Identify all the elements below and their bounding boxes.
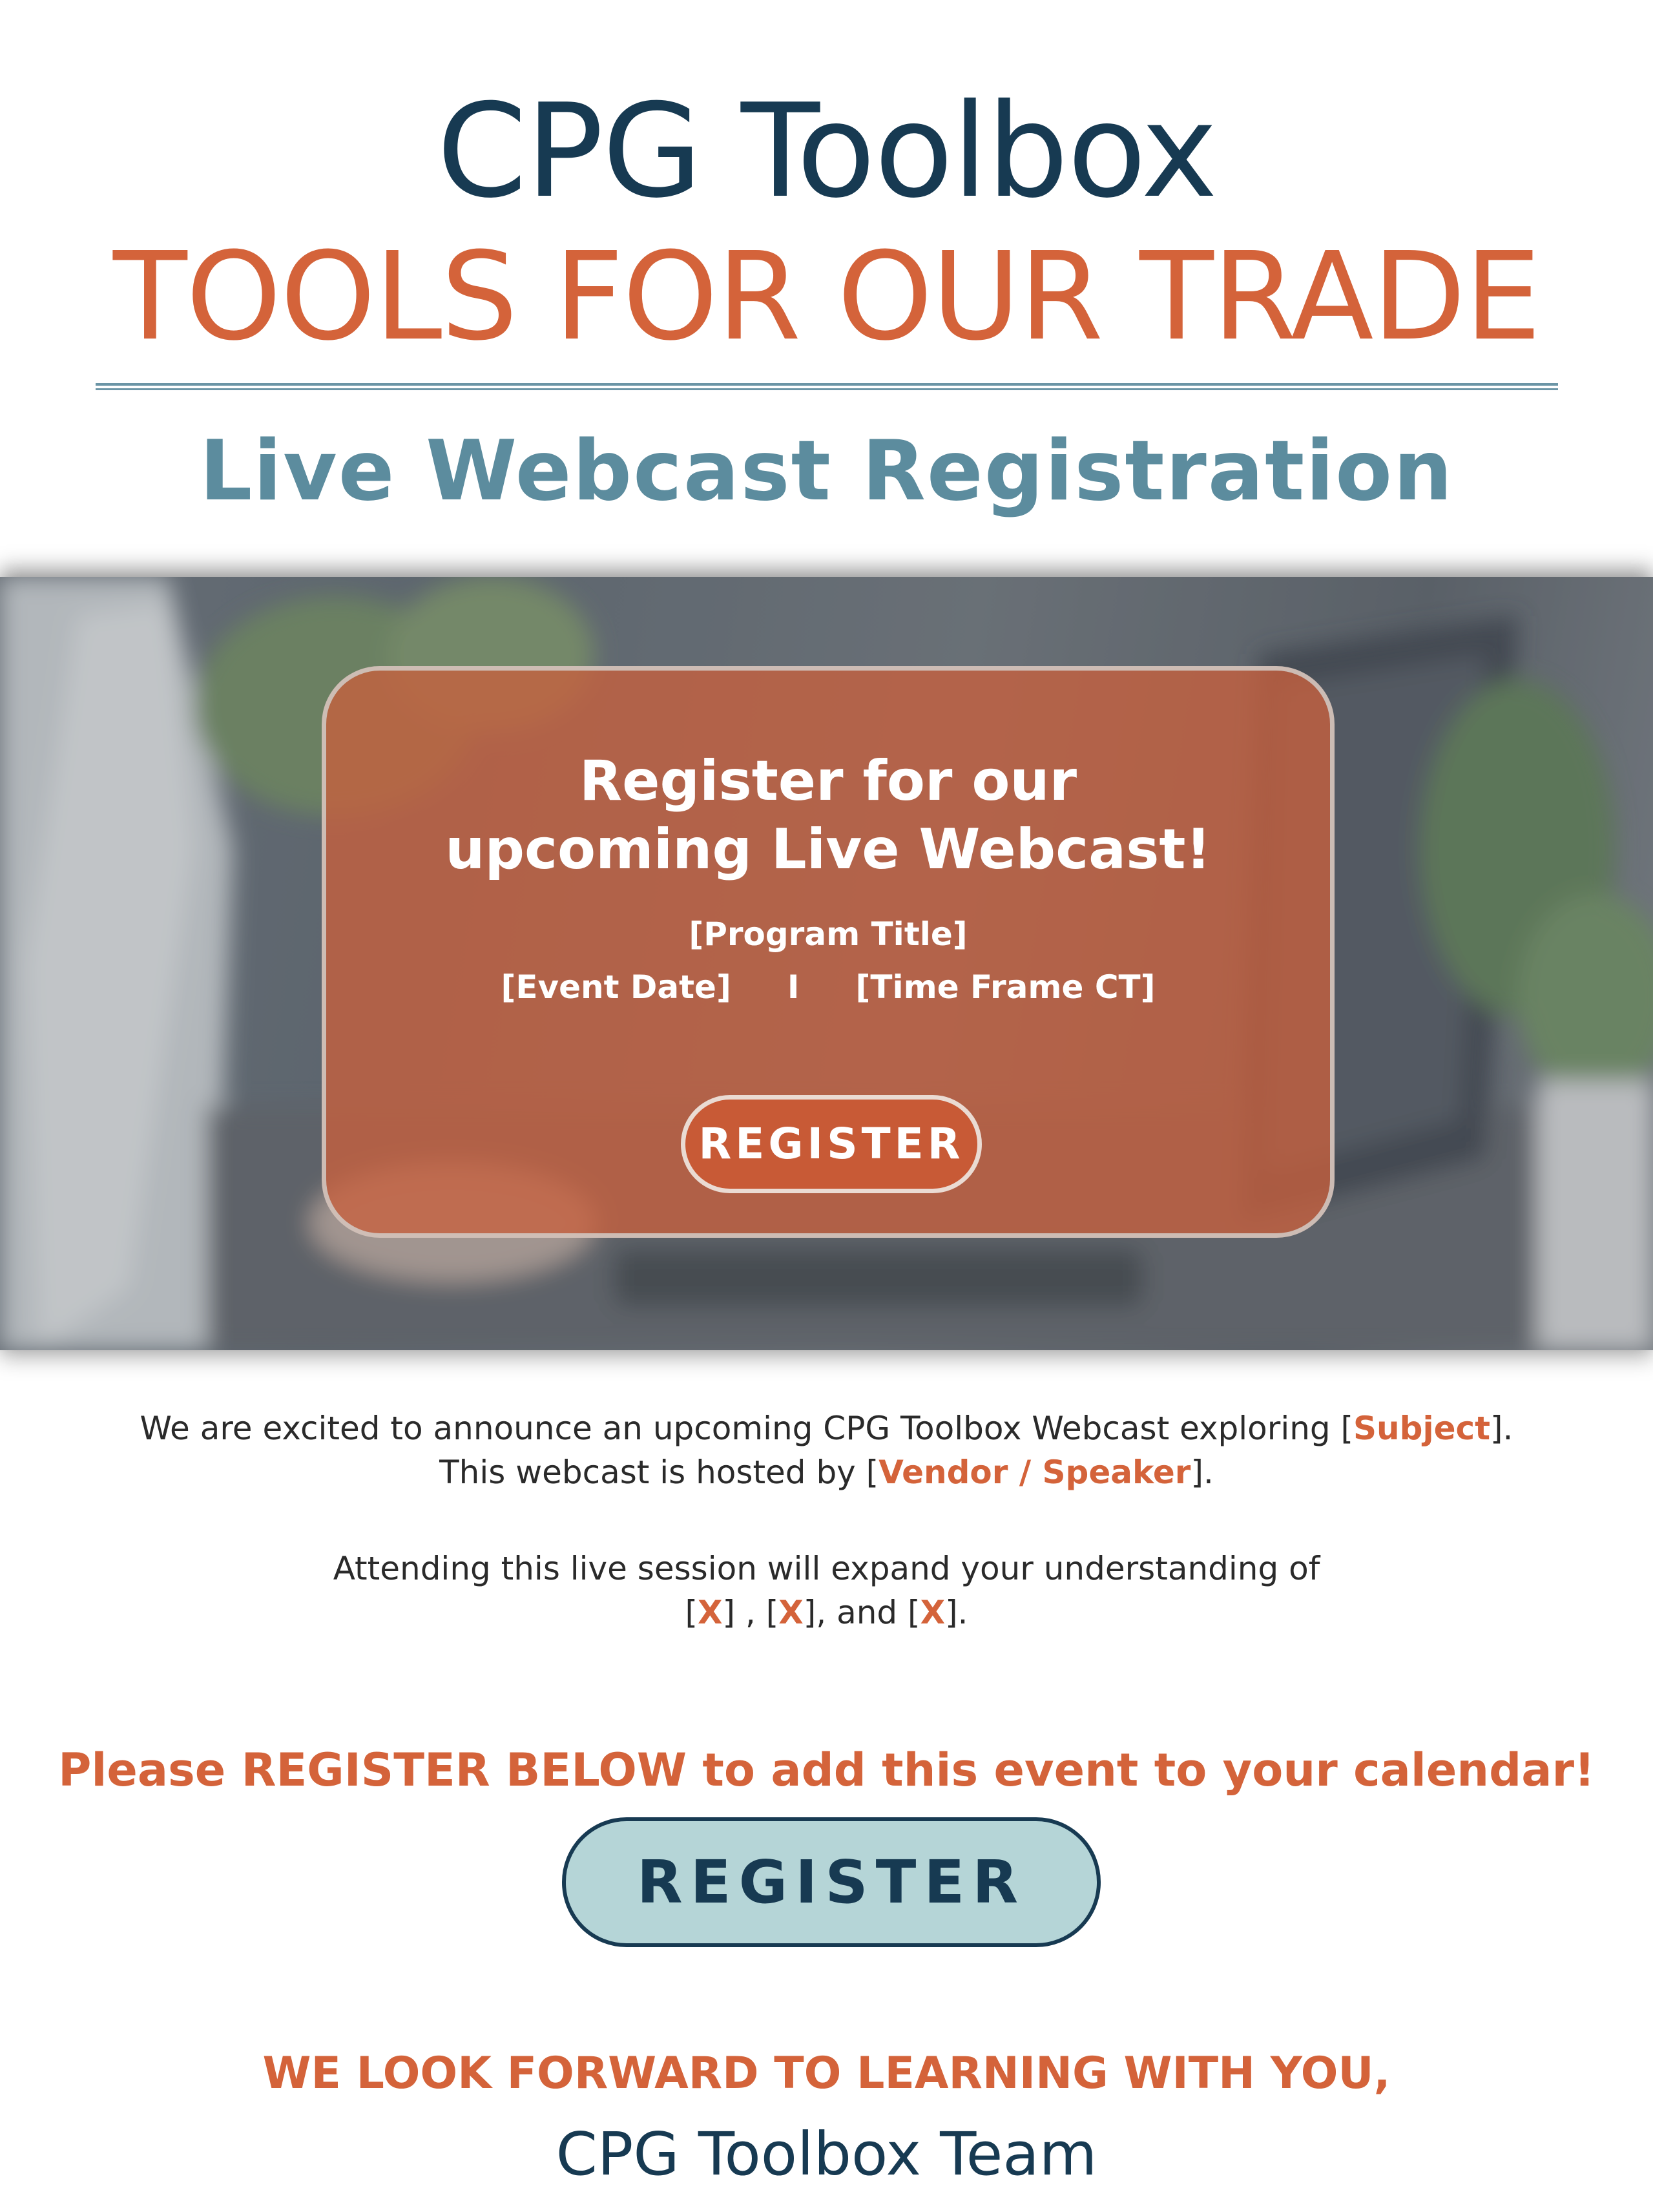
subject-placeholder: Subject	[1353, 1410, 1491, 1447]
divider	[96, 383, 1558, 391]
x-placeholder-1: X	[697, 1594, 723, 1631]
intro-paragraph-line2: This webcast is hosted by [Vendor / Spea…	[439, 1454, 1214, 1491]
page-subtitle: TOOLS FOR OUR TRADE	[112, 226, 1541, 368]
team-signature: CPG Toolbox Team	[556, 2120, 1097, 2189]
hero-banner: Register for our upcoming Live Webcast! …	[0, 577, 1653, 1350]
event-date: [Event Date]	[501, 968, 731, 1006]
date-separator: I	[787, 968, 800, 1006]
banner-register-button[interactable]: REGISTER	[681, 1095, 982, 1193]
email-page: CPG Toolbox TOOLS FOR OUR TRADE Live Web…	[0, 0, 1653, 2212]
time-frame: [Time Frame CT]	[855, 968, 1156, 1006]
benefits-paragraph-line2: [X] , [X], and [X].	[685, 1594, 968, 1631]
register-callout-box: Register for our upcoming Live Webcast! …	[322, 666, 1335, 1238]
callout-headline-line1: Register for our	[579, 749, 1077, 813]
event-date-time: [Event Date] I [Time Frame CT]	[326, 965, 1330, 1010]
x-placeholder-2: X	[778, 1594, 804, 1631]
main-register-button[interactable]: REGISTER	[562, 1817, 1101, 1947]
call-to-action-text: Please REGISTER BELOW to add this event …	[58, 1744, 1595, 1797]
page-title: CPG Toolbox	[437, 76, 1218, 227]
closing-line: WE LOOK FORWARD TO LEARNING WITH YOU,	[262, 2048, 1391, 2099]
callout-headline-line2: upcoming Live Webcast!	[445, 817, 1211, 882]
x-placeholder-3: X	[920, 1594, 946, 1631]
benefits-paragraph-line1: Attending this live session will expand …	[333, 1550, 1320, 1587]
section-heading: Live Webcast Registration	[199, 423, 1454, 519]
callout-headline: Register for our upcoming Live Webcast!	[326, 747, 1330, 884]
vendor-placeholder: Vendor / Speaker	[878, 1454, 1191, 1491]
program-title: [Program Title]	[689, 915, 968, 953]
intro-paragraph-line1: We are excited to announce an upcoming C…	[140, 1410, 1513, 1447]
